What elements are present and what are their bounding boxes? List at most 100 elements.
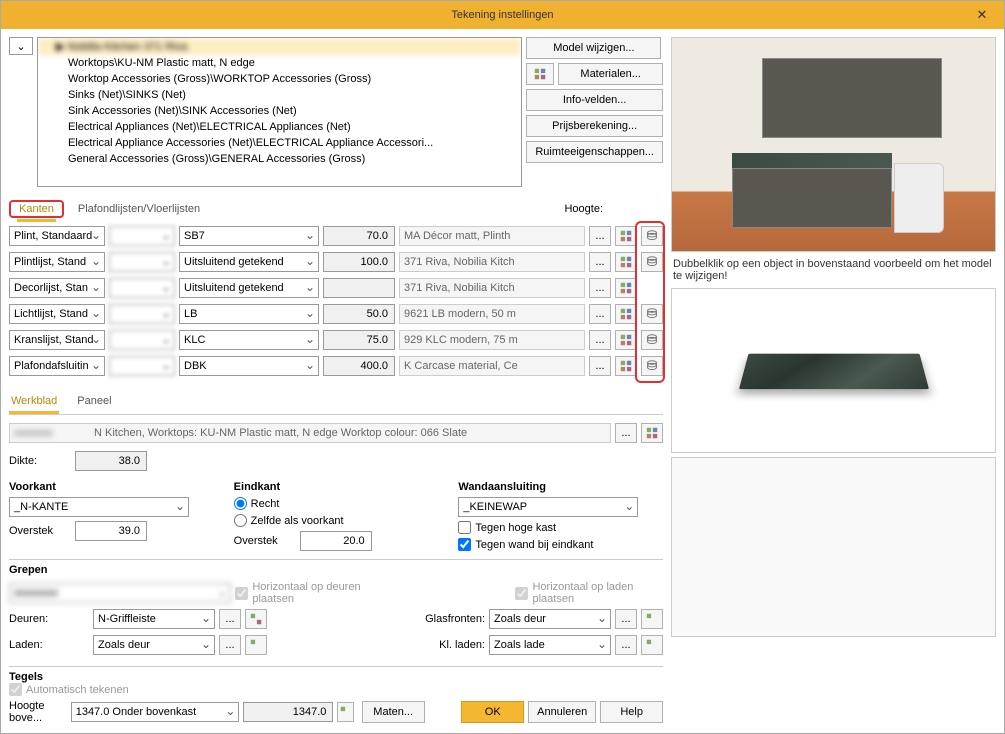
- overstek-front-input[interactable]: [75, 521, 147, 541]
- laden-dropdown[interactable]: Zoals deur: [93, 635, 215, 655]
- material-preview[interactable]: [671, 288, 996, 453]
- row-desc: 9621 LB modern, 50 m: [399, 304, 585, 324]
- row-db-button[interactable]: [641, 356, 663, 376]
- catalog-item[interactable]: Sinks (Net)\SINKS (Net): [38, 87, 521, 103]
- dikte-input[interactable]: [75, 451, 147, 471]
- row-code-dropdown[interactable]: DBK: [179, 356, 319, 376]
- row-db-button[interactable]: [641, 304, 663, 324]
- catalog-item[interactable]: Electrical Appliance Accessories (Net)\E…: [38, 135, 521, 151]
- pricing-button[interactable]: Prijsberekening...: [526, 115, 663, 137]
- maten-button[interactable]: Maten...: [362, 701, 425, 723]
- worktop-browse-button[interactable]: ...: [615, 423, 637, 443]
- row-code-dropdown[interactable]: KLC: [179, 330, 319, 350]
- row-unknown-dropdown[interactable]: [109, 226, 175, 246]
- deuren-browse[interactable]: ...: [219, 609, 241, 629]
- tegen-wand-check[interactable]: [458, 538, 471, 551]
- kitchen-preview[interactable]: [671, 37, 996, 252]
- kl-laden-material[interactable]: [641, 635, 663, 655]
- row-db-button[interactable]: [641, 226, 663, 246]
- row-browse-button[interactable]: ...: [589, 330, 611, 350]
- info-fields-button[interactable]: Info-velden...: [526, 89, 663, 111]
- close-button[interactable]: ✕: [960, 1, 1004, 29]
- help-button[interactable]: Help: [600, 701, 663, 723]
- row-browse-button[interactable]: ...: [589, 278, 611, 298]
- row-height-input[interactable]: [323, 356, 395, 376]
- laden-browse[interactable]: ...: [219, 635, 241, 655]
- row-code-dropdown[interactable]: Uitsluitend getekend: [179, 252, 319, 272]
- wand-dropdown[interactable]: _KEINEWAP: [458, 497, 638, 517]
- catalog-item[interactable]: Worktops\KU-NM Plastic matt, N edge: [38, 55, 521, 71]
- row-height-input[interactable]: [323, 330, 395, 350]
- auto-tekenen-label: Automatisch tekenen: [26, 684, 129, 696]
- tab-kanten[interactable]: Kanten: [17, 199, 56, 222]
- glas-material[interactable]: [641, 609, 663, 629]
- row-browse-button[interactable]: ...: [589, 356, 611, 376]
- row-material-button[interactable]: [615, 356, 637, 376]
- ok-button[interactable]: OK: [461, 701, 524, 723]
- catalog-item[interactable]: Electrical Appliances (Net)\ELECTRICAL A…: [38, 119, 521, 135]
- glas-dropdown[interactable]: Zoals deur: [489, 609, 611, 629]
- row-height-input[interactable]: [323, 278, 395, 298]
- materials-button[interactable]: Materialen...: [558, 63, 663, 85]
- deuren-material[interactable]: [245, 609, 267, 629]
- row-material-button[interactable]: [615, 330, 637, 350]
- row-type-dropdown[interactable]: Kranslijst, Stand: [9, 330, 105, 350]
- row-material-button[interactable]: [615, 252, 637, 272]
- laden-material[interactable]: [245, 635, 267, 655]
- row-type-dropdown[interactable]: Decorlijst, Stan: [9, 278, 105, 298]
- row-unknown-dropdown[interactable]: [109, 356, 175, 376]
- row-browse-button[interactable]: ...: [589, 304, 611, 324]
- row-type-dropdown[interactable]: Lichtlijst, Stand: [9, 304, 105, 324]
- catalog-item[interactable]: General Accessories (Gross)\GENERAL Acce…: [38, 151, 521, 167]
- row-unknown-dropdown[interactable]: [109, 252, 175, 272]
- row-height-input[interactable]: [323, 252, 395, 272]
- recht-radio[interactable]: [234, 497, 247, 510]
- row-unknown-dropdown[interactable]: [109, 278, 175, 298]
- row-material-button[interactable]: [615, 226, 637, 246]
- materials-icon-button[interactable]: [526, 63, 554, 85]
- zelfde-radio[interactable]: [234, 514, 247, 527]
- row-unknown-dropdown[interactable]: [109, 304, 175, 324]
- catalog-item[interactable]: Sink Accessories (Net)\SINK Accessories …: [38, 103, 521, 119]
- overstek-end-input[interactable]: [300, 531, 372, 551]
- row-type-dropdown[interactable]: Plint, Standaard: [9, 226, 105, 246]
- row-type-dropdown[interactable]: Plafondafsluitin: [9, 356, 105, 376]
- row-code-dropdown[interactable]: SB7: [179, 226, 319, 246]
- catalog-item-selected[interactable]: ▶ Nobilia Kitchen 371 Riva: [38, 38, 521, 55]
- row-material-button[interactable]: [615, 304, 637, 324]
- row-db-button[interactable]: [641, 252, 663, 272]
- row-material-button[interactable]: [615, 278, 637, 298]
- row-type-dropdown[interactable]: Plintlijst, Stand: [9, 252, 105, 272]
- worktop-material-button[interactable]: [641, 423, 663, 443]
- cancel-button[interactable]: Annuleren: [528, 701, 596, 723]
- hoogte-bove-input[interactable]: [243, 702, 333, 722]
- tegen-hoge-check[interactable]: [458, 521, 471, 534]
- row-unknown-dropdown[interactable]: [109, 330, 175, 350]
- hoogte-bove-dropdown[interactable]: 1347.0 Onder bovenkast: [71, 702, 240, 722]
- tab-plafond[interactable]: Plafondlijsten/Vloerlijsten: [76, 199, 202, 219]
- model-wijzigen-button[interactable]: Model wijzigen...: [526, 37, 661, 59]
- catalog-list[interactable]: ▶ Nobilia Kitchen 371 Riva Worktops\KU-N…: [37, 37, 522, 187]
- row-height-input[interactable]: [323, 226, 395, 246]
- row-db-button[interactable]: [641, 330, 663, 350]
- catalog-collapse-toggle[interactable]: ⌄: [9, 37, 33, 55]
- row-browse-button[interactable]: ...: [589, 252, 611, 272]
- grepen-main-dropdown[interactable]: xxxxxxxx: [9, 583, 231, 603]
- deuren-dropdown[interactable]: N-Griffleiste: [93, 609, 215, 629]
- row-code-dropdown[interactable]: Uitsluitend getekend: [179, 278, 319, 298]
- kl-laden-browse[interactable]: ...: [615, 635, 637, 655]
- tab-werkblad[interactable]: Werkblad: [9, 391, 59, 414]
- row-height-input[interactable]: [323, 304, 395, 324]
- dikte-label: Dikte:: [9, 455, 69, 467]
- glas-browse[interactable]: ...: [615, 609, 637, 629]
- tab-paneel[interactable]: Paneel: [75, 391, 113, 414]
- row-code-dropdown[interactable]: LB: [179, 304, 319, 324]
- preview-hint: Dubbelklik op een object in bovenstaand …: [671, 256, 996, 284]
- title-bar: Tekening instellingen ✕: [1, 1, 1004, 29]
- voorkant-dropdown[interactable]: _N-KANTE: [9, 497, 189, 517]
- room-props-button[interactable]: Ruimteeigenschappen...: [526, 141, 663, 163]
- catalog-item[interactable]: Worktop Accessories (Gross)\WORKTOP Acce…: [38, 71, 521, 87]
- kl-laden-dropdown[interactable]: Zoals lade: [489, 635, 611, 655]
- hoogte-material[interactable]: [337, 702, 353, 722]
- row-browse-button[interactable]: ...: [589, 226, 611, 246]
